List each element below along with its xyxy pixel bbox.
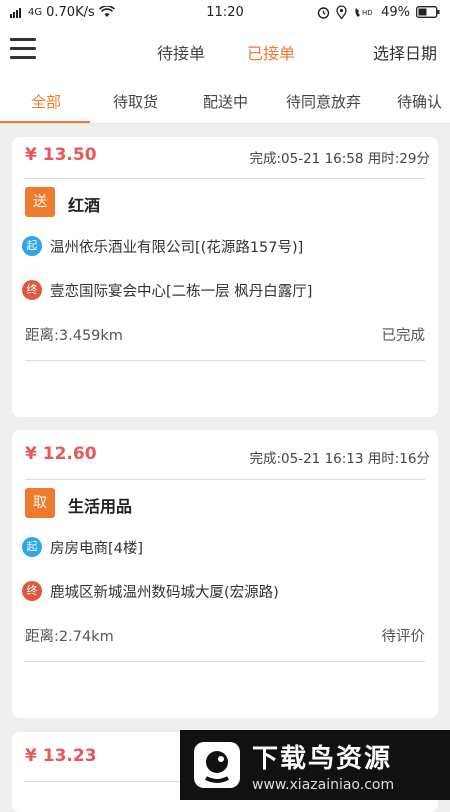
- filter-tab-to-confirm[interactable]: 待确认: [397, 91, 442, 112]
- distance-label: 距离:2.74km: [25, 629, 114, 645]
- divider: [25, 661, 425, 662]
- order-price: ¥ 13.23: [25, 746, 97, 766]
- end-point-icon: 终: [22, 280, 42, 300]
- location-icon: [336, 5, 347, 19]
- order-price: ¥ 12.60: [25, 444, 97, 464]
- status-bar: 4G 0.70K/s 11:20 HD 49%: [0, 0, 450, 24]
- network-speed: 0.70K/s: [46, 4, 95, 20]
- bird-logo-icon: [192, 740, 242, 790]
- pickup-type-badge: 取: [25, 488, 55, 518]
- order-meta: 完成:05-21 16:58 用时:29分: [249, 151, 431, 167]
- filter-tab-delivering[interactable]: 配送中: [203, 91, 248, 112]
- end-address: 鹿城区新城温州数码城大厦(宏源路): [50, 585, 279, 601]
- select-date-button[interactable]: 选择日期: [373, 40, 437, 64]
- network-label: 4G: [28, 6, 43, 18]
- tab-pending-orders[interactable]: 待接单: [157, 40, 205, 64]
- delivery-type-badge: 送: [25, 187, 55, 217]
- wifi-icon: [98, 6, 115, 18]
- start-address: 温州依乐酒业有限公司[(花源路157号)]: [50, 240, 304, 256]
- battery-percent: 49%: [381, 4, 410, 20]
- end-point-icon: 终: [22, 581, 42, 601]
- watermark-text: 下载鸟资源 www.xiazainiao.com: [252, 738, 394, 793]
- divider: [25, 178, 425, 179]
- order-card[interactable]: ¥ 13.50 完成:05-21 16:58 用时:29分 送 红酒 起 温州依…: [12, 137, 438, 417]
- start-point-icon: 起: [22, 236, 42, 256]
- status-left: 4G 0.70K/s: [10, 5, 115, 20]
- item-name: 红酒: [68, 196, 101, 215]
- distance-label: 距离:3.459km: [25, 328, 123, 344]
- order-status: 待评价: [381, 629, 426, 645]
- order-status: 已完成: [381, 328, 426, 344]
- watermark-title: 下载鸟资源: [252, 743, 393, 774]
- alarm-icon: [317, 6, 330, 19]
- watermark: 下载鸟资源 www.xiazainiao.com: [180, 730, 450, 800]
- end-address: 壹恋国际宴会中心[二栋一层 枫丹白露厅]: [50, 284, 313, 300]
- divider: [25, 479, 425, 480]
- order-card[interactable]: ¥ 12.60 完成:05-21 16:13 用时:16分 取 生活用品 起 房…: [12, 430, 438, 718]
- order-price: ¥ 13.50: [25, 145, 97, 165]
- start-address: 房房电商[4楼]: [50, 541, 144, 557]
- filter-tabs: 全部 待取货 配送中 待同意放弃 待确认: [0, 76, 450, 124]
- top-nav: 待接单 已接单 选择日期: [0, 24, 450, 76]
- order-meta: 完成:05-21 16:13 用时:16分: [249, 451, 431, 467]
- start-point-icon: 起: [22, 537, 42, 557]
- filter-tab-all[interactable]: 全部: [31, 91, 61, 112]
- battery-icon: [416, 6, 440, 18]
- status-right: HD 49%: [317, 5, 440, 20]
- active-tab-indicator: [0, 121, 90, 123]
- divider: [25, 360, 425, 361]
- filter-tab-pending-abandon[interactable]: 待同意放弃: [286, 91, 361, 112]
- tab-accepted-orders[interactable]: 已接单: [247, 40, 295, 64]
- menu-icon[interactable]: [10, 38, 36, 62]
- filter-tab-to-pickup[interactable]: 待取货: [113, 91, 158, 112]
- signal-icon: [10, 6, 24, 18]
- item-name: 生活用品: [68, 497, 133, 516]
- volte-icon: HD: [353, 6, 375, 19]
- svg-text:HD: HD: [362, 9, 373, 17]
- watermark-url: www.xiazainiao.com: [252, 776, 395, 793]
